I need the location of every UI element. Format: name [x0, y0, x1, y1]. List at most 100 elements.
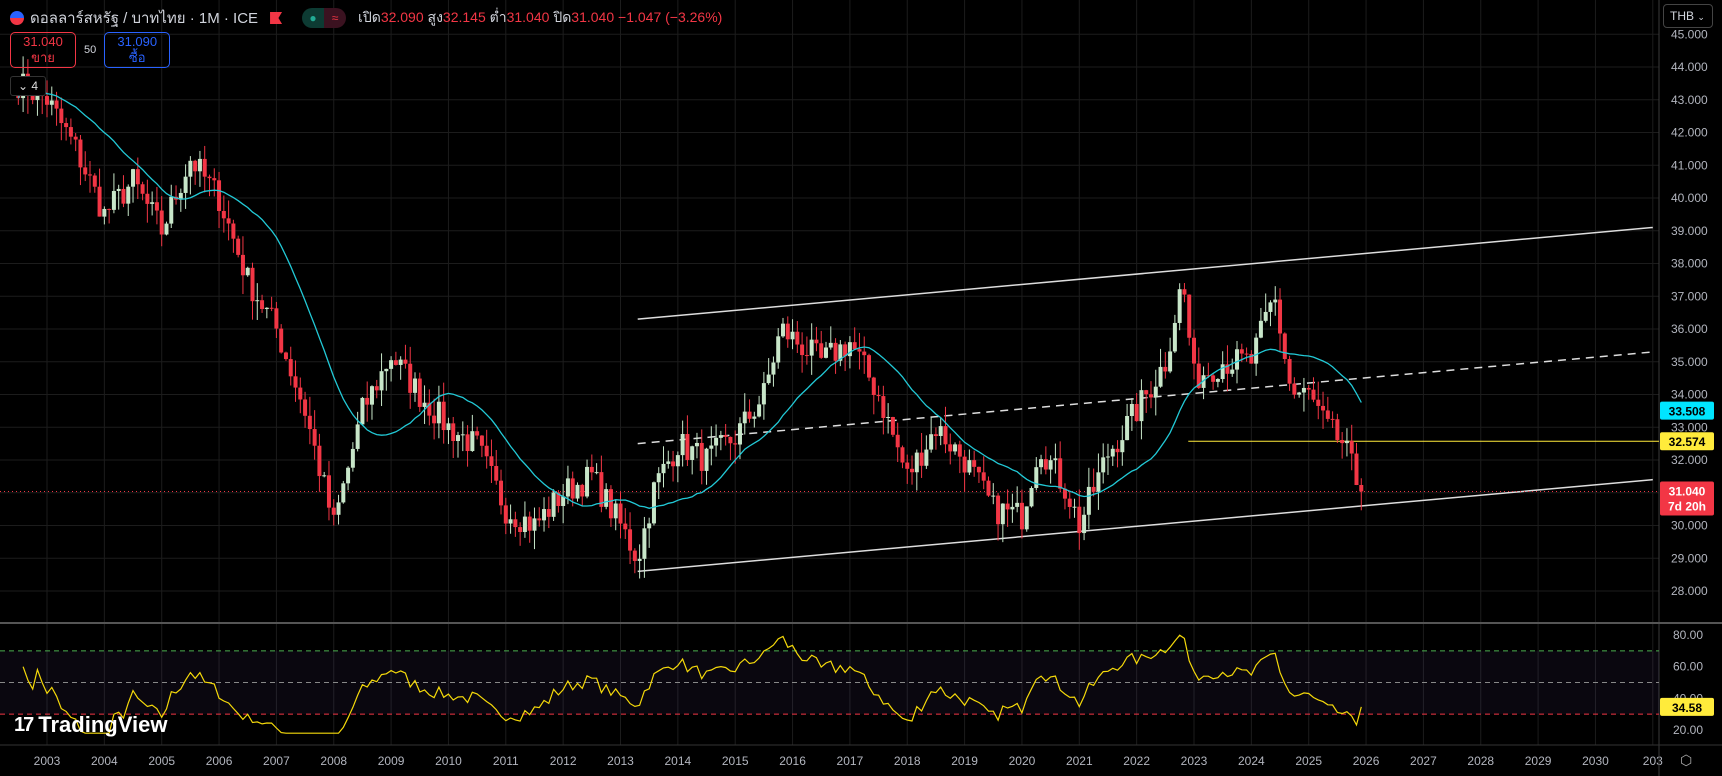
candle-body [236, 238, 241, 255]
candle-body [1244, 353, 1249, 355]
candle-body [88, 174, 93, 176]
candle-body [1039, 459, 1044, 468]
candle-body [742, 411, 747, 424]
symbol-title[interactable]: ดอลลาร์สหรัฐ / บาทไทย · 1M · ICE [30, 6, 258, 30]
change-value: −1.047 (−3.26%) [618, 9, 723, 25]
candle-body [484, 445, 489, 457]
buy-price: 31.090 [117, 34, 158, 49]
candle-body [613, 503, 618, 519]
candle-body [1096, 472, 1101, 492]
candle-body [728, 436, 733, 444]
candle-body [307, 415, 312, 430]
candle-body [365, 397, 370, 405]
candle-body [283, 352, 288, 360]
candle-body [776, 336, 781, 363]
candle-body [699, 442, 704, 471]
currency-select[interactable]: THB ⌄ [1663, 4, 1713, 28]
candle-body [666, 461, 671, 464]
candle-body [589, 466, 594, 473]
candle-body [1148, 394, 1153, 398]
candle-body [412, 378, 417, 393]
year-label: 2007 [263, 754, 290, 768]
candle-body [1024, 506, 1029, 530]
year-label: 2024 [1238, 754, 1265, 768]
candle-body [150, 202, 155, 204]
candle-body [1168, 351, 1173, 372]
price-chart[interactable]: 2003 2004 2005 2006 2007 2008 2009 2010 2011 2012… [0, 0, 1722, 776]
candle-body [651, 482, 656, 524]
candle-body [417, 378, 422, 407]
candle-body [1177, 289, 1182, 323]
candle-body [78, 139, 83, 168]
candle-body [393, 360, 398, 365]
settings-icon[interactable]: ⬡ [1680, 752, 1692, 769]
flag-icon[interactable] [270, 12, 283, 24]
candle-body [709, 445, 714, 449]
price-tick: 43.000 [1671, 93, 1708, 107]
candle-body [690, 446, 695, 460]
candle-body [451, 423, 456, 442]
candle-body [757, 404, 762, 417]
candle-body [1010, 506, 1015, 510]
indicators-collapse-button[interactable]: ⌄ 4 [10, 76, 46, 96]
price-tick: 33.000 [1671, 420, 1708, 434]
close-value: 31.040 [571, 9, 615, 25]
candle-body [895, 434, 900, 448]
candle-body [594, 472, 599, 474]
candle-body [608, 489, 613, 519]
year-label: 2012 [550, 754, 577, 768]
market-status[interactable]: ● ≈ [302, 8, 347, 28]
candle-body [331, 507, 336, 515]
year-label: 2018 [894, 754, 921, 768]
candle-body [255, 300, 260, 302]
candle-body [833, 342, 838, 361]
candle-body [403, 359, 408, 364]
candle-body [422, 402, 427, 407]
candle-body [723, 435, 728, 437]
candle-body [121, 188, 126, 204]
rsi-tick: 60.00 [1673, 660, 1703, 674]
candle-body [341, 483, 346, 503]
candle-body [508, 519, 513, 524]
candle-body [996, 495, 1001, 525]
candle-body [632, 550, 637, 561]
candle-body [145, 193, 150, 204]
candle-body [398, 359, 403, 365]
logo-text: TradingView [38, 712, 168, 737]
candle-body [1263, 311, 1268, 321]
candle-body [981, 472, 986, 481]
price-tick: 29.000 [1671, 551, 1708, 565]
candle-body [1359, 485, 1364, 492]
price-tick: 38.000 [1671, 257, 1708, 271]
candle-body [460, 434, 465, 436]
candle-body [111, 191, 116, 210]
candle-body [1321, 405, 1326, 411]
candle-body [714, 437, 719, 446]
candle-body [953, 444, 958, 452]
candle-body [312, 429, 317, 446]
candle-body [264, 307, 269, 310]
candle-body [785, 323, 790, 340]
candle-body [389, 360, 394, 369]
candle-body [565, 478, 570, 497]
price-tick: 44.000 [1671, 60, 1708, 74]
candle-body [522, 516, 527, 533]
candle-body [1301, 387, 1306, 393]
candle-body [1153, 386, 1158, 398]
tradingview-logo[interactable]: 17 TradingView [14, 712, 167, 738]
quantity[interactable]: 50 [84, 44, 96, 56]
candle-body [1034, 467, 1039, 489]
sell-button[interactable]: 31.040 ขาย [10, 32, 76, 68]
candle-body [881, 396, 886, 418]
open-label: เปิด [358, 9, 381, 25]
candle-body [733, 443, 738, 445]
candle-body [871, 377, 876, 395]
candle-body [637, 558, 642, 561]
candle-body [804, 355, 809, 357]
candle-body [279, 328, 284, 353]
buy-button[interactable]: 31.090 ซื้อ [104, 32, 171, 68]
year-label: 2016 [779, 754, 806, 768]
candle-body [269, 307, 274, 309]
candle-body [886, 416, 891, 418]
candle-body [1019, 502, 1024, 530]
